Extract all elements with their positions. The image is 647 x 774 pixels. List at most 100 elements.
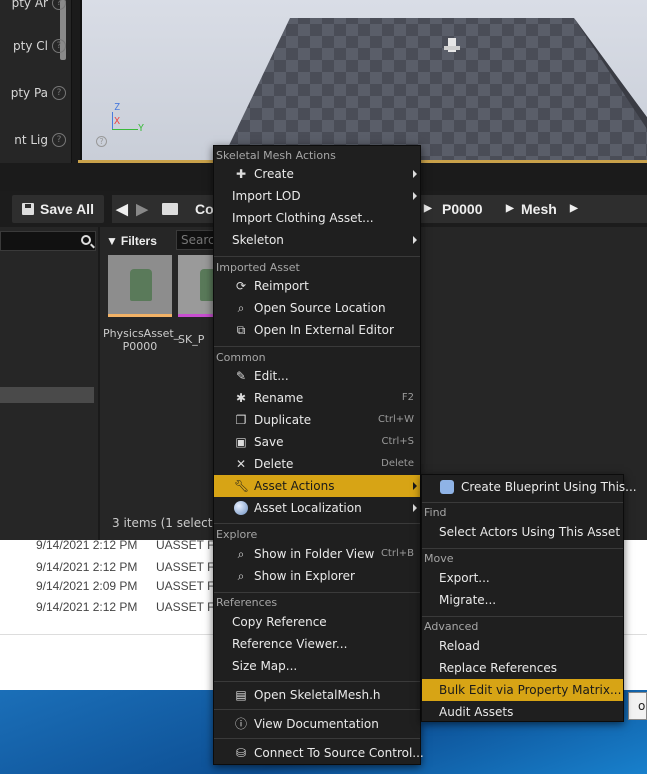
menu-item-create-blueprint[interactable]: Create Blueprint Using This... — [422, 476, 637, 498]
help-icon[interactable]: ? — [52, 0, 66, 10]
menu-item-label: Reload — [439, 639, 480, 653]
edit-icon: ✎ — [235, 369, 247, 383]
menu-item-rename[interactable]: ✱ Rename F2 — [214, 387, 420, 409]
shortcut-label: Delete — [381, 458, 414, 469]
menu-item-reference-viewer[interactable]: Reference Viewer... — [214, 633, 420, 655]
menu-item-label: Reimport — [254, 279, 309, 293]
menu-item-create[interactable]: ✚ Create — [214, 163, 420, 185]
help-icon[interactable]: ? — [52, 86, 66, 100]
menu-item-select-actors[interactable]: Select Actors Using This Asset — [422, 521, 623, 543]
folder-search-icon: ⌕ — [237, 301, 245, 315]
breadcrumb-item[interactable]: P0000 — [442, 201, 482, 217]
menu-item-label: Open Source Location — [254, 301, 386, 315]
property-label: nt Lig — [14, 133, 48, 147]
menu-item-open-skeletalmesh-h[interactable]: ▤ Open SkeletalMesh.h — [214, 684, 420, 706]
divider — [214, 709, 420, 710]
section-header: References — [216, 596, 278, 609]
file-date: 9/14/2021 2:12 PM — [36, 560, 138, 574]
menu-item-delete[interactable]: ✕ Delete Delete — [214, 453, 420, 475]
arrow-right-icon[interactable]: ▶ — [132, 200, 152, 218]
detail-property-row[interactable]: pty Cl ? — [0, 39, 70, 55]
menu-item-show-in-folder-view[interactable]: ⌕ Show in Folder View Ctrl+B — [214, 543, 420, 565]
axis-z-label: Z — [114, 102, 121, 113]
details-panel: pty Ar ? pty Cl ? pty Pa ? nt Lig ? — [0, 0, 72, 163]
menu-item-connect-source-control[interactable]: ⛁ Connect To Source Control... — [214, 742, 424, 764]
shortcut-label: Ctrl+B — [380, 548, 414, 559]
property-label: pty Pa — [10, 86, 48, 100]
breadcrumb-item[interactable]: Co — [195, 201, 214, 217]
detail-property-row[interactable]: pty Ar ? — [0, 0, 70, 12]
selected-folder-row[interactable] — [0, 387, 94, 403]
sources-search-input[interactable] — [0, 231, 96, 251]
submenu-arrow-icon — [413, 482, 417, 490]
sources-panel — [0, 227, 98, 540]
menu-item-import-lod[interactable]: Import LOD — [214, 185, 420, 207]
menu-item-label: Open SkeletalMesh.h — [254, 688, 381, 702]
breadcrumb-item[interactable]: Mesh — [521, 201, 557, 217]
help-icon[interactable]: ? — [52, 39, 66, 53]
menu-item-duplicate[interactable]: ❐ Duplicate Ctrl+W — [214, 409, 420, 431]
help-icon[interactable]: ? — [52, 133, 66, 147]
menu-item-import-clothing[interactable]: Import Clothing Asset... — [214, 207, 420, 229]
menu-item-asset-actions[interactable]: 🔧︎ Asset Actions — [214, 475, 420, 497]
section-header: Advanced — [424, 620, 479, 633]
menu-item-migrate[interactable]: Migrate... — [422, 589, 623, 611]
menu-item-save[interactable]: ▣ Save Ctrl+S — [214, 431, 420, 453]
menu-item-open-source-location[interactable]: ⌕ Open Source Location — [214, 297, 420, 319]
menu-item-open-external-editor[interactable]: ⧉ Open In External Editor — [214, 319, 420, 341]
asset-search-input[interactable]: Search — [176, 230, 216, 250]
menu-item-edit[interactable]: ✎ Edit... — [214, 365, 420, 387]
detail-property-row[interactable]: nt Lig ? — [0, 133, 70, 149]
save-all-button[interactable]: Save All — [12, 195, 104, 223]
reimport-icon: ⟳ — [235, 279, 247, 293]
menu-item-label: Audit Assets — [439, 705, 514, 719]
dialog-button-edge[interactable]: o — [628, 692, 647, 720]
menu-item-replace-references[interactable]: Replace References — [422, 657, 623, 679]
z-axis-line — [112, 112, 113, 130]
folder-icon[interactable] — [162, 203, 178, 215]
asset-thumbnail[interactable] — [108, 255, 172, 317]
filters-button[interactable]: ▼ Filters — [106, 231, 170, 251]
file-row[interactable]: 9/14/2021 2:12 PM UASSET File — [36, 538, 226, 552]
help-icon[interactable]: ? — [96, 136, 107, 147]
asset-label: SK_P — [178, 333, 205, 346]
arrow-left-icon[interactable]: ◀ — [112, 200, 132, 218]
menu-item-size-map[interactable]: Size Map... — [214, 655, 420, 677]
menu-item-copy-reference[interactable]: Copy Reference — [214, 611, 420, 633]
menu-item-label: Export... — [439, 571, 490, 585]
section-header: Move — [424, 552, 454, 565]
file-date: 9/14/2021 2:09 PM — [36, 579, 138, 593]
breadcrumb-separator-icon[interactable]: ▶ — [506, 203, 514, 214]
menu-item-export[interactable]: Export... — [422, 567, 623, 589]
menu-item-bulk-edit[interactable]: Bulk Edit via Property Matrix... — [422, 679, 623, 701]
code-file-icon: ▤ — [235, 688, 247, 702]
blueprint-icon — [440, 480, 454, 494]
menu-item-view-documentation[interactable]: ⓘ View Documentation — [214, 713, 420, 735]
menu-item-label: Create Blueprint Using This... — [461, 480, 637, 494]
menu-item-audit-assets[interactable]: Audit Assets — [422, 701, 623, 723]
breadcrumb-separator-icon[interactable]: ▶ — [570, 203, 578, 214]
menu-item-show-in-explorer[interactable]: ⌕ Show in Explorer — [214, 565, 420, 587]
breadcrumb-separator-icon[interactable]: ▶ — [424, 203, 432, 214]
file-row[interactable]: 9/14/2021 2:12 PM UASSET File — [36, 560, 226, 574]
save-all-label: Save All — [40, 201, 94, 217]
menu-item-label: View Documentation — [254, 717, 379, 731]
menu-item-reimport[interactable]: ⟳ Reimport — [214, 275, 420, 297]
divider — [214, 738, 420, 739]
property-label: pty Ar — [11, 0, 48, 10]
section-header: Explore — [216, 528, 258, 541]
submenu-arrow-icon — [413, 504, 417, 512]
section-header: Common — [216, 351, 266, 364]
file-row[interactable]: 9/14/2021 2:12 PM UASSET File — [36, 600, 226, 614]
menu-item-label: Import LOD — [232, 189, 301, 203]
menu-item-reload[interactable]: Reload — [422, 635, 623, 657]
section-header: Imported Asset — [216, 261, 300, 274]
menu-item-skeleton[interactable]: Skeleton — [214, 229, 420, 251]
file-row[interactable]: 9/14/2021 2:09 PM UASSET File — [36, 579, 226, 593]
level-viewport[interactable]: Z X Y ? — [80, 0, 647, 160]
menu-item-label: Bulk Edit via Property Matrix... — [439, 683, 622, 697]
menu-item-asset-localization[interactable]: Asset Localization — [214, 497, 420, 519]
shortcut-label: Ctrl+W — [377, 414, 414, 425]
divider — [214, 592, 420, 593]
detail-property-row[interactable]: pty Pa ? — [0, 86, 70, 102]
